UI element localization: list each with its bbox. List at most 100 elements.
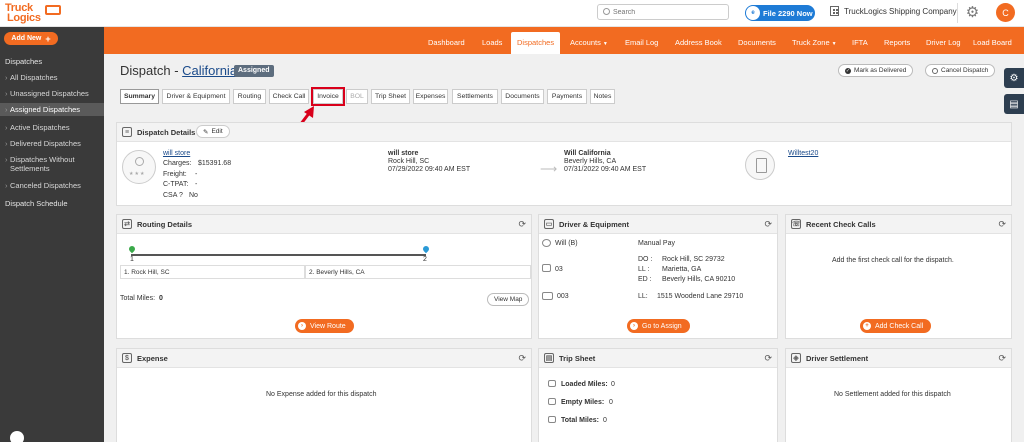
- tab-summary[interactable]: Summary: [120, 89, 159, 104]
- sidebar: Add New + Dispatches › All Dispatches › Un…: [0, 27, 104, 442]
- dispatch-name-link[interactable]: California: [182, 63, 237, 78]
- sidebar-item-dispatch-schedule[interactable]: Dispatch Schedule: [5, 199, 68, 208]
- tab-documents[interactable]: Documents: [501, 89, 544, 104]
- sidebar-item-label: All Dispatches: [10, 73, 58, 82]
- mark-as-delivered-button[interactable]: ✓ Mark as Delivered: [838, 64, 914, 77]
- origin-date: 07/29/2022 09:40 AM EST: [388, 166, 471, 173]
- stop-1-number: 1: [130, 256, 134, 263]
- tab-invoice[interactable]: Invoice: [311, 87, 345, 106]
- nav-ifta[interactable]: IFTA: [852, 38, 868, 47]
- charges-value: $15391.68: [198, 160, 232, 167]
- sidebar-item-delivered-dispatches[interactable]: › Delivered Dispatches: [0, 139, 104, 148]
- destination-name: Will California: [564, 150, 611, 157]
- nav-driver-log[interactable]: Driver Log: [926, 38, 961, 47]
- phone-icon: ☏: [791, 219, 801, 229]
- settlement-icon: ◈: [791, 353, 801, 363]
- nav-loads[interactable]: Loads: [482, 38, 502, 47]
- total-miles-value: 0: [159, 295, 163, 302]
- cancel-dispatch-button[interactable]: Cancel Dispatch: [925, 64, 996, 77]
- trucklogics-logo[interactable]: Truck Logics: [5, 2, 61, 26]
- view-map-button[interactable]: View Map: [487, 293, 530, 306]
- charges-label: Charges:: [163, 160, 192, 167]
- stop-1-box: 1. Rock Hill, SC: [120, 265, 305, 279]
- route-icon: ⇄: [122, 219, 132, 229]
- arrow-right-circle-icon: ›: [630, 322, 638, 330]
- sidebar-item-unassigned-dispatches[interactable]: › Unassigned Dispatches: [0, 89, 104, 98]
- sidebar-item-label: Dispatches Without: [10, 155, 75, 164]
- nav-dashboard[interactable]: Dashboard: [428, 38, 465, 47]
- logo-text-line2: Logics: [7, 12, 41, 24]
- nav-reports[interactable]: Reports: [884, 38, 910, 47]
- add-new-button[interactable]: Add New +: [4, 32, 58, 45]
- money-icon: $: [122, 353, 132, 363]
- customer-name-link[interactable]: will store: [163, 150, 190, 157]
- caret-down-icon: ▼: [831, 41, 837, 47]
- nav-documents[interactable]: Documents: [738, 38, 776, 47]
- sidebar-item-assigned-dispatches[interactable]: › Assigned Dispatches: [0, 103, 104, 116]
- main-nav: Dashboard Loads Dispatches Accounts ▼ Ema…: [104, 27, 1024, 54]
- nav-truck-zone[interactable]: Truck Zone ▼: [792, 38, 837, 47]
- chat-launcher[interactable]: [10, 431, 24, 442]
- tab-trip-sheet[interactable]: Trip Sheet: [371, 89, 410, 104]
- tab-payments[interactable]: Payments: [547, 89, 587, 104]
- sidebar-item-label: Active Dispatches: [10, 123, 70, 132]
- go-to-assign-button[interactable]: › Go to Assign: [627, 319, 690, 333]
- tab-expenses[interactable]: Expenses: [413, 89, 448, 104]
- empty-miles-label: Empty Miles:: [561, 399, 605, 406]
- search-box[interactable]: [597, 4, 729, 20]
- check-calls-empty-text: Add the first check call for the dispatc…: [832, 257, 954, 264]
- company-selector[interactable]: TruckLogics Shipping Company: [830, 6, 957, 16]
- search-input[interactable]: [613, 6, 723, 18]
- tab-bol[interactable]: BOL: [346, 89, 368, 104]
- refresh-icon[interactable]: ⟳: [518, 353, 526, 364]
- loaded-miles-label: Loaded Miles:: [561, 381, 608, 388]
- tab-notes[interactable]: Notes: [590, 89, 615, 104]
- settings-rail-icon[interactable]: ⚙: [1004, 68, 1024, 88]
- stop-2-label: 2. Beverly Hills, CA: [309, 268, 365, 276]
- driver-equipment-header: ▭ Driver & Equipment: [539, 215, 777, 234]
- view-route-button[interactable]: › View Route: [295, 319, 354, 333]
- refresh-icon[interactable]: ⟳: [764, 353, 772, 364]
- refresh-icon[interactable]: ⟳: [764, 219, 772, 230]
- freight-label: Freight:: [163, 171, 187, 178]
- sidebar-item-dispatches-without-settlements[interactable]: › Dispatches Without Settlements: [0, 155, 104, 173]
- plus-circle-icon: +: [863, 322, 871, 330]
- tab-routing[interactable]: Routing: [233, 89, 266, 104]
- refresh-icon[interactable]: ⟳: [998, 219, 1006, 230]
- user-avatar[interactable]: C: [996, 3, 1015, 22]
- report-rail-icon[interactable]: ▤: [1004, 94, 1024, 114]
- mark-as-delivered-label: Mark as Delivered: [854, 67, 907, 74]
- route-line: [131, 254, 426, 256]
- nav-dispatches[interactable]: Dispatches: [511, 32, 561, 54]
- edit-button[interactable]: ✎ Edit: [196, 125, 230, 138]
- sidebar-item-active-dispatches[interactable]: › Active Dispatches: [0, 123, 104, 132]
- nav-email-log[interactable]: Email Log: [625, 38, 658, 47]
- arrow-right-circle-icon: ›: [298, 322, 306, 330]
- tab-settlements[interactable]: Settlements: [452, 89, 498, 104]
- sidebar-item-canceled-dispatches[interactable]: › Canceled Dispatches: [0, 181, 104, 190]
- gear-icon[interactable]: ⚙: [964, 4, 981, 21]
- cancel-icon: [932, 67, 938, 74]
- nav-accounts[interactable]: Accounts ▼: [570, 38, 608, 47]
- trip-total-miles-label: Total Miles:: [561, 417, 599, 424]
- sheet-icon: ▤: [544, 353, 554, 363]
- routing-details-title: Routing Details: [137, 219, 193, 229]
- stop-2-number: 2: [423, 256, 427, 263]
- edit-label: Edit: [211, 128, 223, 135]
- sidebar-section-title[interactable]: Dispatches: [5, 57, 42, 66]
- csa-value: No: [189, 192, 198, 199]
- freight-value: -: [195, 171, 198, 178]
- file-2290-button[interactable]: e File 2290 Now: [745, 5, 815, 21]
- nav-load-board[interactable]: Load Board: [973, 38, 1012, 47]
- tab-driver-equipment[interactable]: Driver & Equipment: [162, 89, 230, 104]
- add-check-call-button[interactable]: + Add Check Call: [860, 319, 932, 333]
- nav-address-book[interactable]: Address Book: [675, 38, 722, 47]
- tab-check-call[interactable]: Check Call: [269, 89, 309, 104]
- refresh-icon[interactable]: ⟳: [518, 219, 526, 230]
- expense-empty-text: No Expense added for this dispatch: [266, 391, 377, 398]
- plus-icon: +: [45, 33, 51, 44]
- stop-2-box: 2. Beverly Hills, CA: [305, 265, 531, 279]
- refresh-icon[interactable]: ⟳: [998, 353, 1006, 364]
- sidebar-item-all-dispatches[interactable]: › All Dispatches: [0, 73, 104, 82]
- load-number-link[interactable]: Willtest20: [788, 150, 818, 157]
